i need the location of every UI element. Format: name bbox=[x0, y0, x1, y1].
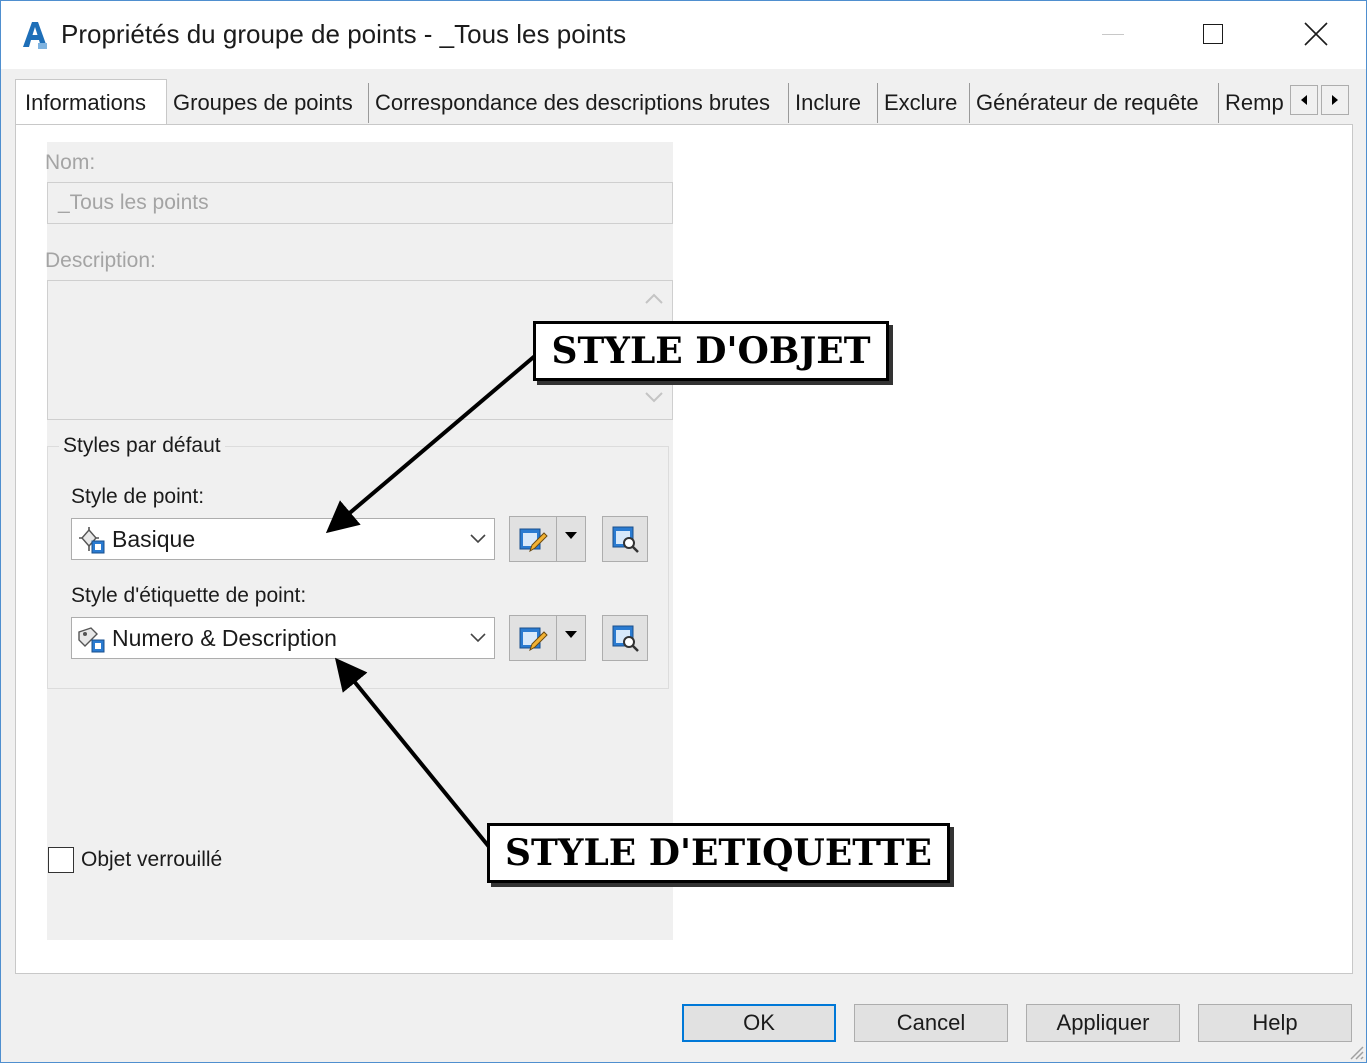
dialog-window: Propriétés du groupe de points - _Tous l… bbox=[0, 0, 1367, 1063]
scroll-up-icon bbox=[645, 293, 663, 304]
edit-style-icon bbox=[519, 627, 548, 652]
point-style-dropdown[interactable]: Basique bbox=[71, 518, 495, 560]
tab-correspondance[interactable]: Correspondance des descriptions brutes bbox=[369, 83, 789, 123]
label-style-value: Numero & Description bbox=[112, 625, 337, 651]
name-value: _Tous les points bbox=[58, 191, 209, 214]
informations-panel: Nom: _Tous les points Description: Style… bbox=[45, 142, 673, 940]
label-style-edit-split-button[interactable] bbox=[509, 615, 586, 661]
resize-grip-icon[interactable] bbox=[1346, 1042, 1364, 1060]
preview-style-icon bbox=[612, 625, 639, 652]
tab-remp[interactable]: Remp bbox=[1219, 83, 1291, 123]
ok-button[interactable]: OK bbox=[682, 1004, 836, 1042]
maximize-button[interactable] bbox=[1183, 11, 1243, 57]
caret-down-icon bbox=[565, 532, 577, 539]
label-style-icon bbox=[78, 627, 105, 653]
tab-scroll-right-button[interactable] bbox=[1321, 85, 1349, 115]
point-style-value: Basique bbox=[112, 526, 196, 552]
label-style-label: Style d'étiquette de point: bbox=[71, 584, 307, 607]
tab-bar: Informations Groupes de points Correspon… bbox=[15, 79, 1353, 125]
label-style-callout: STYLE D'ETIQUETTE bbox=[487, 823, 950, 883]
close-icon bbox=[1304, 22, 1328, 46]
apply-button[interactable]: Appliquer bbox=[1026, 1004, 1180, 1042]
preview-style-icon bbox=[612, 526, 639, 553]
tab-groupes-de-points[interactable]: Groupes de points bbox=[167, 83, 369, 123]
close-button[interactable] bbox=[1286, 11, 1346, 57]
minimize-icon bbox=[1102, 33, 1124, 35]
cancel-button[interactable]: Cancel bbox=[854, 1004, 1008, 1042]
name-label: Nom: bbox=[45, 151, 96, 174]
minimize-button[interactable] bbox=[1083, 11, 1143, 57]
default-styles-title: Styles par défaut bbox=[59, 434, 225, 458]
chevron-down-icon bbox=[470, 633, 486, 643]
tab-scroll-left-button[interactable] bbox=[1290, 85, 1318, 115]
locked-label: Objet verrouillé bbox=[81, 848, 223, 871]
maximize-icon bbox=[1203, 24, 1223, 44]
window-title: Propriétés du groupe de points - _Tous l… bbox=[61, 19, 627, 49]
help-button[interactable]: Help bbox=[1198, 1004, 1352, 1042]
label-style-dropdown[interactable]: Numero & Description bbox=[71, 617, 495, 659]
point-style-icon bbox=[79, 527, 105, 554]
chevron-down-icon bbox=[470, 534, 486, 544]
tab-inclure[interactable]: Inclure bbox=[789, 83, 878, 123]
tab-exclure[interactable]: Exclure bbox=[878, 83, 970, 123]
title-bar: Propriétés du groupe de points - _Tous l… bbox=[1, 1, 1366, 69]
arrow-right-icon bbox=[1332, 95, 1338, 105]
edit-style-icon bbox=[519, 528, 548, 553]
app-logo-icon bbox=[21, 19, 49, 51]
name-field[interactable]: _Tous les points bbox=[47, 182, 673, 224]
scroll-down-icon bbox=[645, 392, 663, 403]
point-style-label: Style de point: bbox=[71, 485, 205, 508]
object-style-callout: STYLE D'OBJET bbox=[533, 321, 889, 381]
point-style-preview-button[interactable] bbox=[602, 516, 648, 562]
point-style-edit-split-button[interactable] bbox=[509, 516, 586, 562]
arrow-left-icon bbox=[1301, 95, 1307, 105]
description-label: Description: bbox=[45, 249, 156, 272]
locked-checkbox[interactable] bbox=[48, 847, 74, 873]
tab-generateur-requete[interactable]: Générateur de requête bbox=[970, 83, 1219, 123]
label-style-preview-button[interactable] bbox=[602, 615, 648, 661]
caret-down-icon bbox=[565, 631, 577, 638]
tab-informations[interactable]: Informations bbox=[15, 79, 167, 125]
